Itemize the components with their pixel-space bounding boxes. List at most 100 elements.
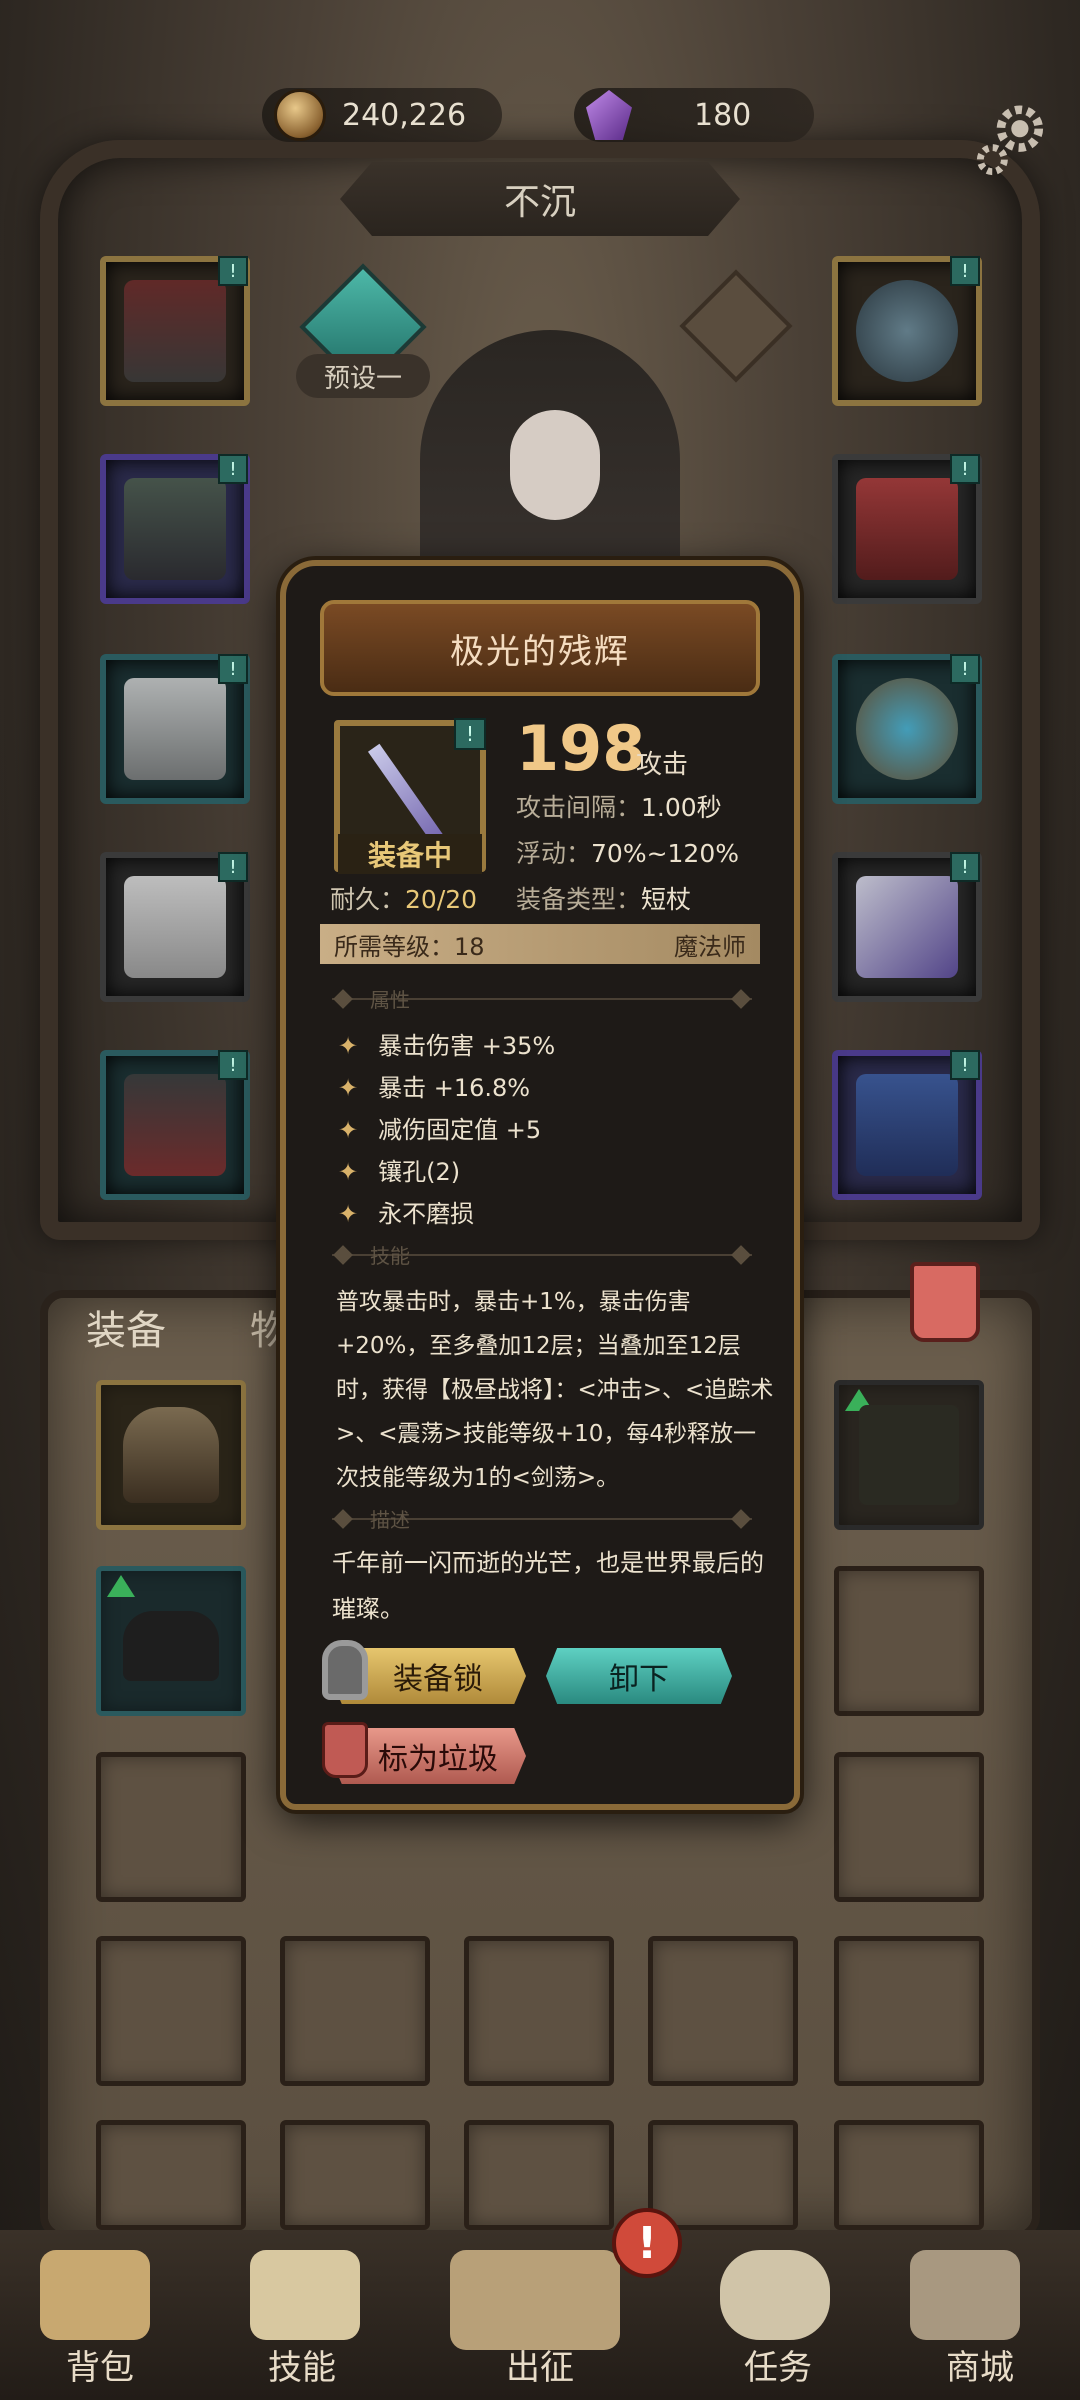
pants-icon — [124, 876, 226, 978]
bag-slot[interactable] — [280, 2120, 430, 2230]
star-icon: ✦ — [338, 1032, 359, 1060]
attribute-text: 暴击 +16.8% — [378, 1074, 531, 1102]
character-name-banner: 不沉 — [340, 162, 740, 236]
bag-slot[interactable] — [464, 1936, 614, 2086]
lock-tag-icon: ! — [218, 256, 248, 286]
durability: 耐久：20/20 — [330, 880, 477, 916]
book-icon — [856, 1074, 958, 1176]
bag-slot[interactable] — [96, 1380, 246, 1530]
bag-slot[interactable] — [96, 1566, 246, 1716]
equip-slot-helmet[interactable]: ! — [100, 256, 250, 406]
item-name: 极光的残辉 — [450, 631, 630, 672]
gem-icon — [586, 90, 632, 140]
backpack-icon[interactable] — [40, 2250, 150, 2340]
bag-slot[interactable] — [834, 2120, 984, 2230]
bag-slot[interactable] — [464, 2120, 614, 2230]
nav-quests[interactable]: 任务 — [708, 2340, 848, 2389]
preset-button[interactable]: 预设一 — [296, 354, 430, 398]
bag-slot[interactable] — [648, 2120, 798, 2230]
lock-tag-icon: ! — [950, 256, 980, 286]
pants-icon — [859, 1405, 959, 1505]
gloves-icon — [124, 678, 226, 780]
skill-card-icon[interactable] — [250, 2250, 360, 2340]
lock-tag-icon: ! — [950, 454, 980, 484]
character-name: 不沉 — [503, 182, 576, 223]
lock-tag-icon: ! — [218, 1050, 248, 1080]
bag-slot[interactable] — [96, 2120, 246, 2230]
hero-face — [510, 410, 600, 520]
equip-slot-armor[interactable]: ! — [100, 454, 250, 604]
star-icon: ✦ — [338, 1158, 359, 1186]
attribute-text: 永不磨损 — [378, 1200, 475, 1228]
bag-slot[interactable] — [834, 1936, 984, 2086]
attribute-text: 镶孔(2) — [378, 1158, 461, 1186]
required-level-label: 所需等级： — [334, 932, 454, 961]
tab-equipment[interactable]: 装备 — [86, 1298, 166, 1356]
durability-value: 20/20 — [405, 885, 478, 914]
star-icon: ✦ — [338, 1200, 359, 1228]
trash-icon[interactable] — [910, 1262, 980, 1342]
attribute-text: 减伤固定值 +5 — [378, 1116, 542, 1144]
helmet-icon — [124, 280, 226, 382]
description-title: 描述 — [370, 1508, 410, 1532]
equipped-status: 装备中 — [338, 834, 482, 874]
item-name-banner: 极光的残辉 — [320, 600, 760, 696]
equip-slot-offhand[interactable]: ! — [832, 1050, 982, 1200]
attributes-title: 属性 — [370, 988, 410, 1012]
required-level: 所需等级：18 — [334, 927, 485, 962]
equip-slot-boots[interactable]: ! — [100, 1050, 250, 1200]
trash-icon — [322, 1722, 368, 1778]
equip-slot-weapon[interactable]: ! — [832, 852, 982, 1002]
lock-icon — [322, 1640, 368, 1700]
equip-slot-gloves[interactable]: ! — [100, 654, 250, 804]
boots-icon — [124, 1074, 226, 1176]
equip-lock-label: 装备锁 — [393, 1662, 483, 1697]
preset-label: 预设一 — [323, 363, 402, 394]
unequip-label: 卸下 — [609, 1662, 669, 1697]
upgrade-arrow-icon — [107, 1575, 135, 1597]
gold-counter: 240,226 — [262, 88, 502, 142]
equip-slot-amulet[interactable]: ! — [832, 256, 982, 406]
bag-slot[interactable] — [280, 1936, 430, 2086]
nav-backpack[interactable]: 背包 — [30, 2340, 170, 2389]
lock-tag-icon: ! — [950, 852, 980, 882]
nav-expedition[interactable]: 出征 — [470, 2340, 610, 2389]
nav-shop[interactable]: 商城 — [910, 2340, 1050, 2389]
attack-interval-label: 攻击间隔： — [516, 793, 642, 822]
description-text: 千年前一闪而逝的光芒，也是世界最后的璀璨。 — [332, 1549, 764, 1623]
amulet-icon — [856, 280, 958, 382]
ring-icon — [856, 678, 958, 780]
gold-coin-icon — [274, 89, 326, 141]
attribute-line: ✦ 暴击伤害 +35% — [338, 1026, 555, 1061]
bag-slot[interactable] — [648, 1936, 798, 2086]
lock-tag-icon: ! — [218, 852, 248, 882]
lock-tag-icon: ! — [454, 718, 486, 750]
armor-icon — [124, 478, 226, 580]
required-class: 魔法师 — [674, 932, 746, 961]
nav-skills[interactable]: 技能 — [232, 2340, 372, 2389]
unequip-button[interactable]: 卸下 — [546, 1648, 732, 1704]
shoulder-icon — [856, 478, 958, 580]
bag-slot[interactable] — [834, 1380, 984, 1530]
bag-slot[interactable] — [834, 1566, 984, 1716]
equip-slot-ring[interactable]: ! — [832, 654, 982, 804]
quest-scroll-icon[interactable] — [720, 2250, 830, 2340]
attack-interval-value: 1.00秒 — [641, 793, 722, 822]
gem-amount: 180 — [694, 97, 752, 133]
shop-icon[interactable] — [910, 2250, 1020, 2340]
star-icon: ✦ — [338, 1074, 359, 1102]
bag-slot[interactable] — [96, 1936, 246, 2086]
skill-text: 普攻暴击时，暴击+1%，暴击伤害+20%，至多叠加12层；当叠加至12层时，获得… — [336, 1289, 774, 1491]
hat-icon — [123, 1611, 219, 1681]
bag-slot[interactable] — [834, 1752, 984, 1902]
alert-badge: ! — [612, 2208, 682, 2278]
lock-tag-icon: ! — [950, 1050, 980, 1080]
attack-unit: 攻击 — [636, 750, 689, 780]
equip-slot-shoulder[interactable]: ! — [832, 454, 982, 604]
bag-slot[interactable] — [96, 1752, 246, 1902]
settings-gear-icon[interactable] — [970, 96, 1056, 182]
expedition-icon[interactable] — [450, 2250, 620, 2350]
equip-slot-pants[interactable]: ! — [100, 852, 250, 1002]
required-level-value: 18 — [454, 932, 485, 961]
attribute-text: 暴击伤害 +35% — [378, 1032, 556, 1060]
